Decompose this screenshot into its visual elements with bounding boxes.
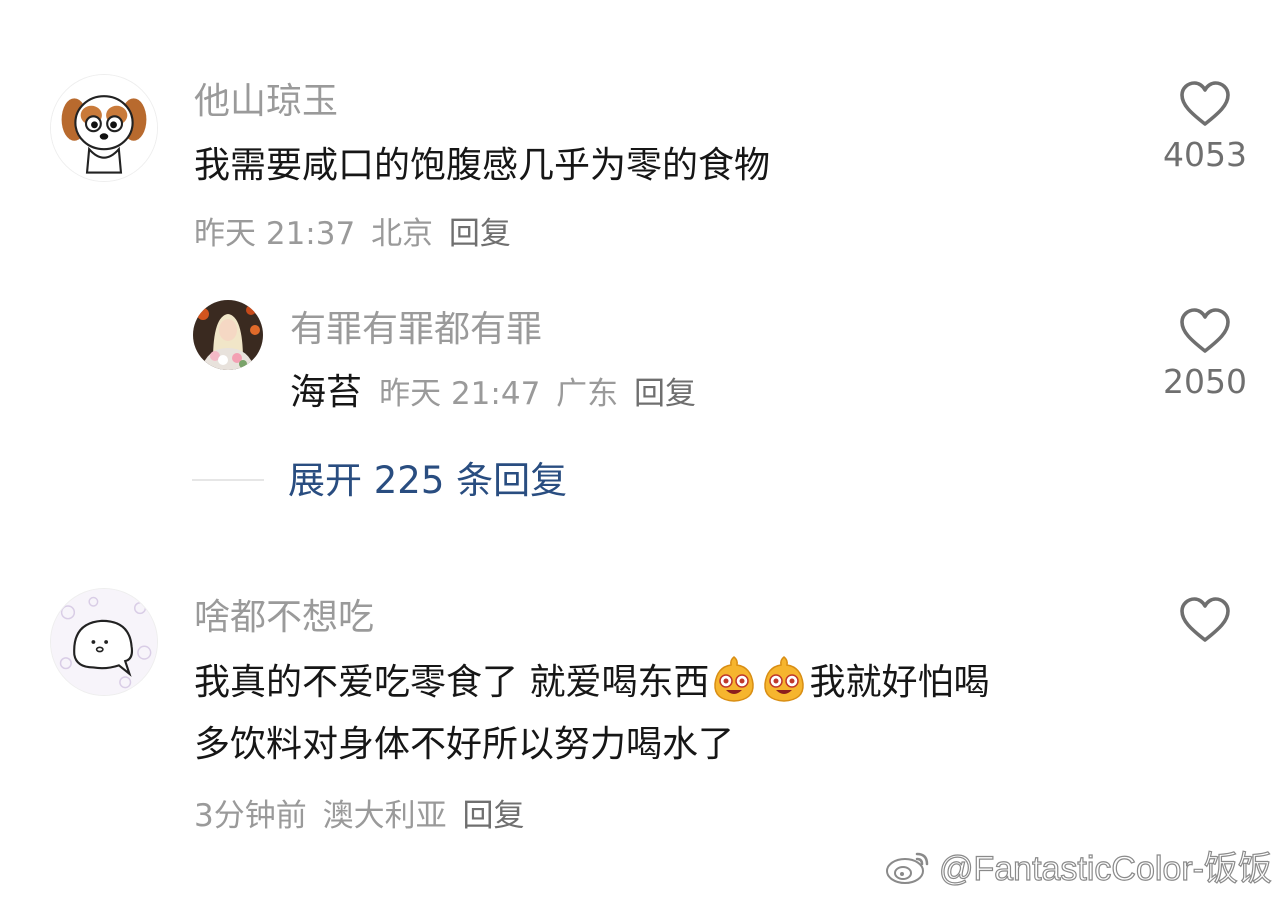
like-count: 4053 xyxy=(1163,135,1247,174)
like-button[interactable] xyxy=(1150,596,1260,644)
comment-location: 北京 xyxy=(371,216,434,252)
heart-outline-icon xyxy=(1180,597,1230,642)
reply-time: 昨天 21:47 xyxy=(379,376,541,412)
expand-replies-label[interactable]: 展开 225 条回复 xyxy=(288,462,567,499)
comment-text: 我需要咸口的饱腹感几乎为零的食物 xyxy=(194,145,771,186)
laughing-emoji-icon xyxy=(714,656,755,702)
avatar[interactable] xyxy=(50,588,158,696)
comment-time: 3分钟前 xyxy=(194,798,307,834)
reply-username[interactable]: 有罪有罪都有罪 xyxy=(290,312,542,348)
divider xyxy=(192,479,264,481)
like-count: 2050 xyxy=(1163,362,1247,401)
comment-username[interactable]: 啥都不想吃 xyxy=(194,600,374,636)
heart-outline-icon xyxy=(1180,308,1230,353)
reply-button[interactable]: 回复 xyxy=(449,216,511,252)
avatar[interactable] xyxy=(193,300,263,370)
like-button[interactable]: 4053 xyxy=(1150,80,1260,171)
weibo-logo-icon xyxy=(885,852,929,884)
comment-meta: 昨天 21:37 北京 回复 xyxy=(194,219,511,250)
reply-location: 广东 xyxy=(556,376,619,412)
comment-meta: 3分钟前 澳大利亚 回复 xyxy=(194,801,524,832)
watermark: @FantasticColor-饭饭 xyxy=(883,841,1273,890)
comment-username[interactable]: 他山琼玉 xyxy=(194,84,338,120)
comment-text-part: 我就好怕喝 xyxy=(809,662,990,703)
user-photo-icon xyxy=(193,300,263,370)
reply-text: 海苔 xyxy=(290,372,363,413)
watermark-text: @FantasticColor-饭饭 xyxy=(938,849,1272,888)
comment-text-part: 我真的不爱吃零食了 就爱喝东西 xyxy=(194,662,710,703)
reply-button[interactable]: 回复 xyxy=(462,798,524,834)
avatar[interactable] xyxy=(50,74,158,182)
like-button[interactable]: 2050 xyxy=(1150,307,1260,398)
reply-button[interactable]: 回复 xyxy=(634,376,696,412)
comment-location: 澳大利亚 xyxy=(322,798,447,834)
comment-text: 我真的不爱吃零食了 就爱喝东西 我就好怕喝 多饮料对身体不好所以努力喝水了 xyxy=(194,652,989,776)
expand-replies-button[interactable]: 展开 225 条回复 xyxy=(192,458,567,502)
heart-outline-icon xyxy=(1180,81,1230,126)
dog-avatar-icon xyxy=(51,75,157,181)
laughing-emoji-icon xyxy=(764,656,805,702)
reply-meta: 昨天 21:47 广东 回复 xyxy=(379,376,696,412)
ghost-avatar-icon xyxy=(51,589,157,695)
comment-text-part: 多饮料对身体不好所以努力喝水了 xyxy=(194,724,735,765)
comment-time: 昨天 21:37 xyxy=(194,216,356,252)
reply-line: 海苔 昨天 21:47 广东 回复 xyxy=(290,375,696,411)
